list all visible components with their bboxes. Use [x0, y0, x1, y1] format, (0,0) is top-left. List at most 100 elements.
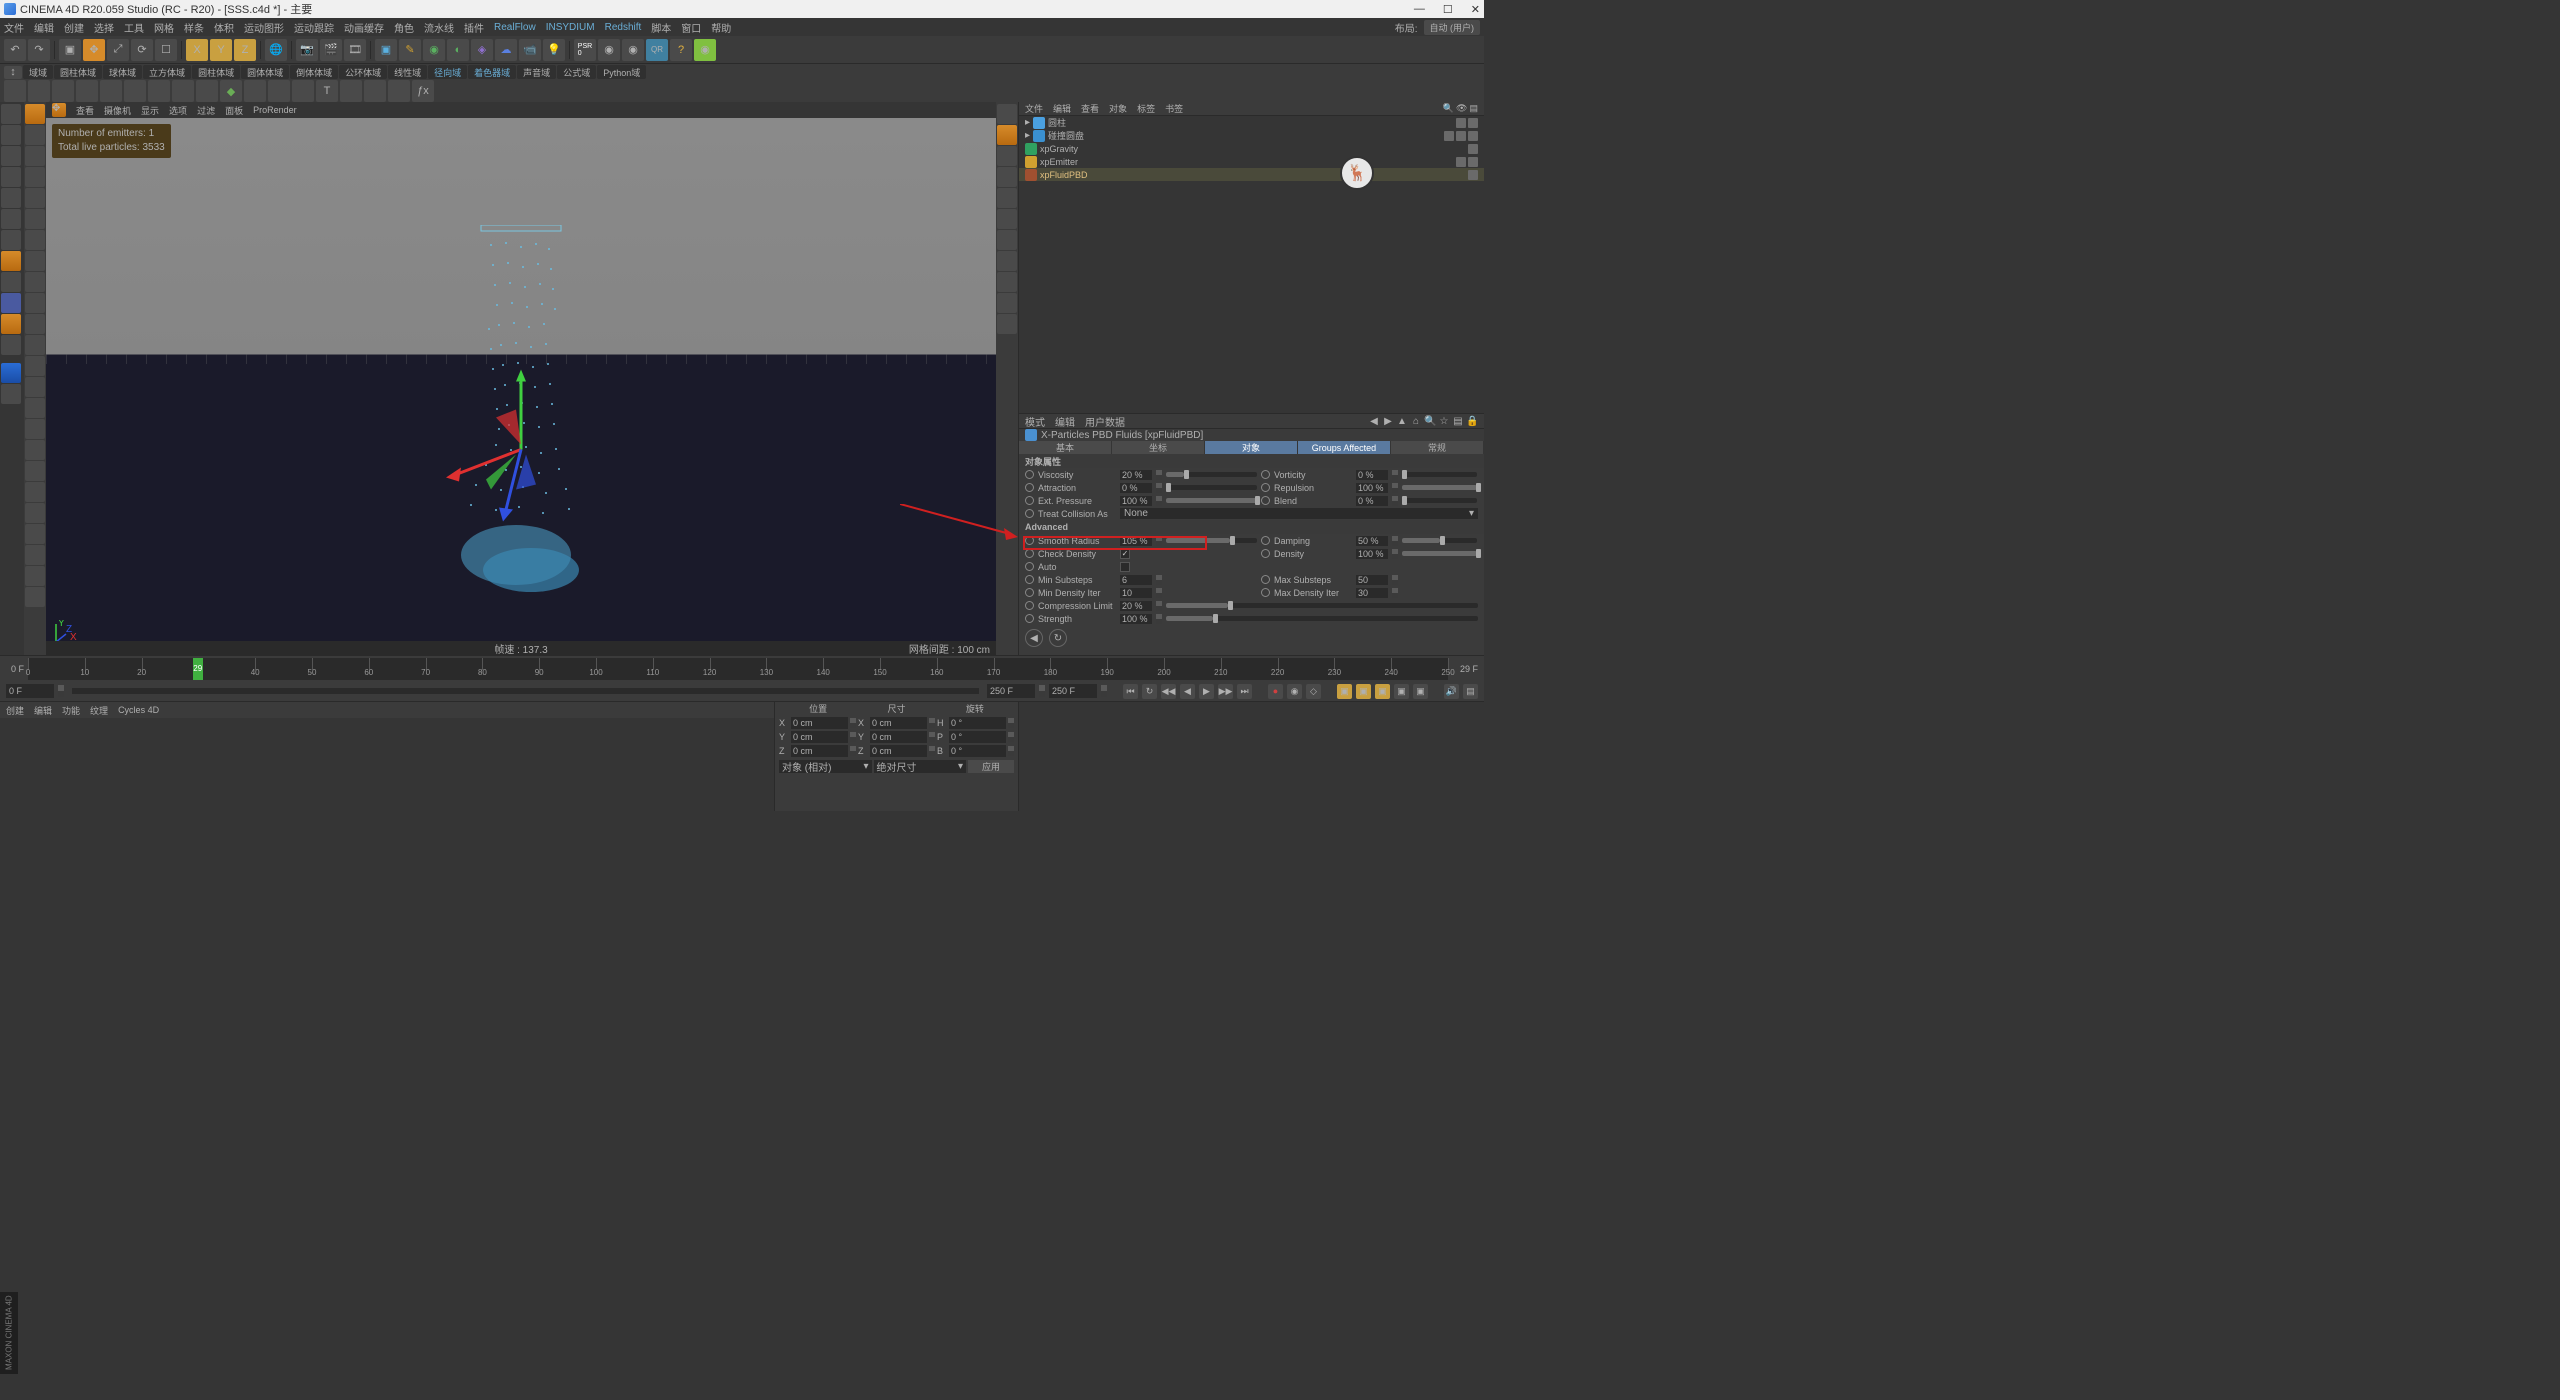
menu-redshift[interactable]: Redshift — [605, 22, 642, 33]
min-substeps-input[interactable]: 6 — [1120, 575, 1152, 585]
om-view[interactable]: 查看 — [1081, 102, 1099, 115]
tr3-14[interactable] — [340, 80, 362, 102]
spinner[interactable] — [58, 685, 64, 697]
window-close[interactable]: ✕ — [1471, 3, 1480, 16]
spinner[interactable] — [1039, 685, 1045, 697]
vis-tag[interactable] — [1468, 170, 1478, 180]
field-home[interactable]: ↕ — [4, 66, 22, 79]
damping-input[interactable]: 50 % — [1356, 536, 1388, 546]
spinner[interactable] — [1156, 496, 1162, 506]
live-select-tool[interactable]: ▣ — [59, 39, 81, 61]
tab-object[interactable]: 对象 — [1205, 441, 1298, 454]
end-frame-input[interactable]: 250 F — [987, 684, 1035, 698]
deformer[interactable]: ◈ — [471, 39, 493, 61]
rotate-tool[interactable]: ⟳ — [131, 39, 153, 61]
size-z-input[interactable]: 0 cm — [870, 745, 927, 757]
rot-p-input[interactable]: 0 ° — [949, 731, 1006, 743]
anim-ring[interactable] — [1261, 496, 1270, 505]
z-axis-lock[interactable]: Z — [234, 39, 256, 61]
vis-tag[interactable] — [1444, 131, 1454, 141]
lt2-move[interactable] — [25, 104, 45, 124]
menu-file[interactable]: 文件 — [4, 20, 24, 35]
lt2-23[interactable] — [25, 587, 45, 607]
spinner[interactable] — [1156, 575, 1162, 585]
menu-spline[interactable]: 样条 — [184, 20, 204, 35]
outliner-row-selected[interactable]: xpFluidPBD — [1019, 168, 1484, 181]
tag-icon[interactable] — [1456, 131, 1466, 141]
smooth-radius-slider[interactable] — [1166, 538, 1257, 543]
lt2-18[interactable] — [25, 482, 45, 502]
density-input[interactable]: 100 % — [1356, 549, 1388, 559]
spinner[interactable] — [1156, 614, 1162, 624]
timeline-ruler[interactable]: 0102030405060708090100110120130140150160… — [28, 658, 1448, 680]
tr3-15[interactable] — [364, 80, 386, 102]
axis-mode[interactable] — [1, 251, 21, 271]
spinner[interactable] — [1392, 483, 1398, 493]
undo-button[interactable]: ↶ — [4, 39, 26, 61]
spinner[interactable] — [1008, 718, 1014, 728]
recent-tool[interactable]: ☐ — [155, 39, 177, 61]
end-frame-input2[interactable]: 250 F — [1049, 684, 1097, 698]
lt2-2[interactable] — [25, 146, 45, 166]
field-6[interactable]: 倒体体域 — [290, 65, 338, 79]
isoline[interactable] — [1, 384, 21, 404]
field-10[interactable]: 着色器域 — [468, 65, 516, 79]
field-3[interactable]: 立方体域 — [143, 65, 191, 79]
window-minimize[interactable]: — — [1414, 3, 1425, 16]
anim-ring[interactable] — [1025, 614, 1034, 623]
menu-tools[interactable]: 工具 — [124, 20, 144, 35]
tr3-0[interactable] — [4, 80, 26, 102]
lt2-11[interactable] — [25, 335, 45, 355]
anim-ring[interactable] — [1025, 575, 1034, 584]
mm-create[interactable]: 创建 — [6, 704, 24, 717]
compression-limit-input[interactable]: 20 % — [1120, 601, 1152, 611]
om-tag[interactable]: 标签 — [1137, 102, 1155, 115]
damping-slider[interactable] — [1402, 538, 1477, 543]
vpi-2[interactable] — [997, 146, 1017, 166]
lt2-5[interactable] — [25, 209, 45, 229]
om-edit[interactable]: 编辑 — [1053, 102, 1071, 115]
lt2-20[interactable] — [25, 524, 45, 544]
lt2-22[interactable] — [25, 566, 45, 586]
am-edit[interactable]: 编辑 — [1055, 414, 1075, 429]
tr3-4[interactable] — [100, 80, 122, 102]
anim-ring[interactable] — [1261, 588, 1270, 597]
om-object[interactable]: 对象 — [1109, 102, 1127, 115]
vis-tag[interactable] — [1468, 144, 1478, 154]
menu-edit[interactable]: 编辑 — [34, 20, 54, 35]
dope-button[interactable]: ▤ — [1463, 684, 1478, 699]
anim-ring[interactable] — [1025, 549, 1034, 558]
anim-ring[interactable] — [1261, 549, 1270, 558]
blend-input[interactable]: 0 % — [1356, 496, 1388, 506]
render-region[interactable]: 🎬 — [320, 39, 342, 61]
lt2-1[interactable] — [25, 125, 45, 145]
lt2-4[interactable] — [25, 188, 45, 208]
point-mode[interactable] — [1, 188, 21, 208]
vpi-7[interactable] — [997, 251, 1017, 271]
am-search-icon[interactable]: 🔍 — [1424, 416, 1436, 427]
vpi-6[interactable] — [997, 230, 1017, 250]
param-key-button[interactable]: ▣ — [1394, 684, 1409, 699]
vpi-3[interactable] — [997, 167, 1017, 187]
nurbs[interactable]: ◉ — [423, 39, 445, 61]
menu-realflow[interactable]: RealFlow — [494, 22, 536, 33]
redo-button[interactable]: ↷ — [28, 39, 50, 61]
node1[interactable]: ◉ — [598, 39, 620, 61]
spinner[interactable] — [1156, 470, 1162, 480]
spinner[interactable] — [1392, 575, 1398, 585]
lt2-17[interactable] — [25, 461, 45, 481]
menu-mograph[interactable]: 运动图形 — [244, 20, 284, 35]
tab-basic[interactable]: 基本 — [1019, 441, 1112, 454]
preset-next[interactable]: ↻ — [1049, 629, 1067, 647]
tr3-16[interactable] — [388, 80, 410, 102]
vpi-9[interactable] — [997, 293, 1017, 313]
menu-window[interactable]: 窗口 — [681, 20, 701, 35]
lt2-8[interactable] — [25, 272, 45, 292]
menu-create[interactable]: 创建 — [64, 20, 84, 35]
tag-icon[interactable] — [1468, 157, 1478, 167]
spinner[interactable] — [1392, 496, 1398, 506]
spinner[interactable] — [1392, 549, 1398, 559]
tr3-3[interactable] — [76, 80, 98, 102]
viscosity-slider[interactable] — [1166, 472, 1257, 477]
menu-select[interactable]: 选择 — [94, 20, 114, 35]
